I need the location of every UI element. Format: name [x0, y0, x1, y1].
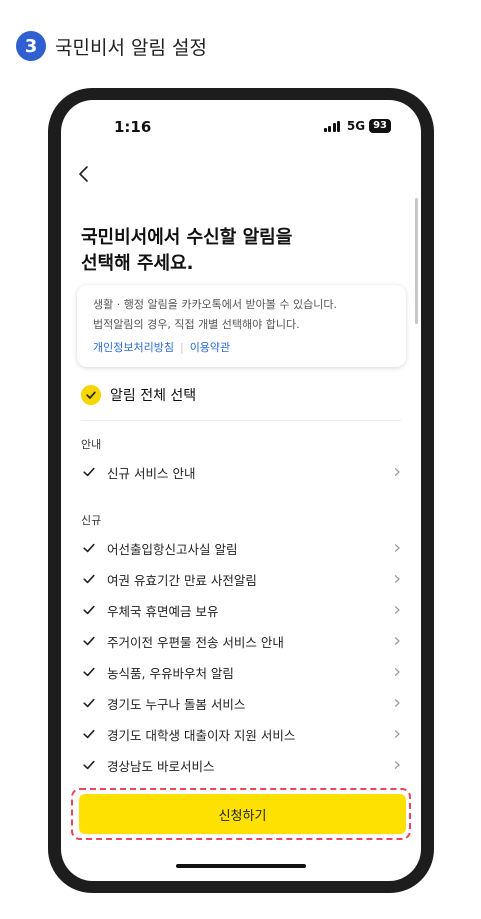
check-icon[interactable] [81, 695, 97, 711]
select-all-label: 알림 전체 선택 [110, 388, 197, 404]
phone-frame: 1:16 5G 93 국민비서에서 수신할 알림을 선택해 주세요. 생활 · … [48, 88, 434, 893]
notification-item-label: 어선출입항신고사실 알림 [107, 541, 238, 557]
step-number-badge: 3 [16, 31, 46, 61]
chevron-right-icon [391, 573, 403, 585]
notification-item-label: 신규 서비스 안내 [107, 465, 196, 481]
chevron-right-icon [391, 666, 403, 678]
network-label: 5G [346, 119, 366, 133]
status-bar: 1:16 5G 93 [61, 100, 421, 150]
chevron-right-icon [391, 697, 403, 709]
notification-item-label: 경기도 대학생 대출이자 지원 서비스 [107, 727, 296, 743]
select-all-checkbox[interactable]: 알림 전체 선택 [81, 384, 196, 406]
status-time: 1:16 [114, 118, 152, 136]
page-title-line2: 선택해 주세요. [81, 253, 194, 274]
phone-screen: 1:16 5G 93 국민비서에서 수신할 알림을 선택해 주세요. 생활 · … [61, 100, 421, 881]
page-title-line1: 국민비서에서 수신할 알림을 [81, 227, 293, 248]
page-title: 국민비서에서 수신할 알림을 선택해 주세요. [81, 225, 371, 277]
chevron-right-icon [391, 759, 403, 771]
notification-item[interactable]: 신규 서비스 안내 [81, 460, 403, 484]
check-icon[interactable] [81, 633, 97, 649]
check-icon[interactable] [81, 464, 97, 480]
notification-item-label: 경상남도 바로서비스 [107, 758, 215, 774]
check-icon[interactable] [81, 571, 97, 587]
chevron-right-icon [391, 542, 403, 554]
section-title-new: 신규 [81, 514, 102, 527]
notification-item-label: 주거이전 우편물 전송 서비스 안내 [107, 634, 284, 650]
notification-item[interactable]: 경기도 대학생 대출이자 지원 서비스 [81, 722, 403, 746]
check-icon[interactable] [81, 602, 97, 618]
notification-item[interactable]: 경상남도 바로서비스 [81, 753, 403, 777]
notification-item-label: 여권 유효기간 만료 사전알림 [107, 572, 257, 588]
info-links: 개인정보처리방침 | 이용약관 [93, 339, 230, 355]
check-circle-icon [81, 385, 101, 405]
notification-item[interactable]: 주거이전 우편물 전송 서비스 안내 [81, 629, 403, 653]
chevron-right-icon [391, 466, 403, 478]
battery-icon: 93 [369, 119, 391, 133]
chevron-right-icon [391, 604, 403, 616]
notification-item[interactable]: 어선출입항신고사실 알림 [81, 536, 403, 560]
check-icon[interactable] [81, 540, 97, 556]
privacy-policy-link[interactable]: 개인정보처리방침 [93, 339, 174, 355]
step-title: 국민비서 알림 설정 [55, 36, 207, 59]
check-icon[interactable] [81, 757, 97, 773]
step-header: 3 국민비서 알림 설정 [16, 30, 207, 62]
signal-icon [323, 120, 342, 132]
chevron-left-icon [79, 166, 88, 182]
link-divider: | [179, 340, 184, 354]
notification-item[interactable]: 여권 유효기간 만료 사전알림 [81, 567, 403, 591]
check-icon[interactable] [81, 664, 97, 680]
apply-button[interactable]: 신청하기 [79, 794, 406, 834]
chevron-right-icon [391, 635, 403, 647]
back-button[interactable] [73, 162, 97, 186]
chevron-right-icon [391, 728, 403, 740]
scrollbar[interactable] [415, 198, 418, 324]
info-box: 생활 · 행정 알림을 카카오톡에서 받아볼 수 있습니다. 법적알림의 경우,… [77, 285, 406, 367]
check-icon[interactable] [81, 726, 97, 742]
notification-item[interactable]: 우체국 휴면예금 보유 [81, 598, 403, 622]
info-text-line1: 생활 · 행정 알림을 카카오톡에서 받아볼 수 있습니다. [93, 298, 337, 311]
home-indicator [176, 864, 306, 868]
terms-link[interactable]: 이용약관 [190, 339, 230, 355]
info-text-line2: 법적알림의 경우, 직접 개별 선택해야 합니다. [93, 318, 300, 331]
notification-item-label: 농식품, 우유바우처 알림 [107, 665, 234, 681]
divider [81, 420, 401, 421]
status-indicators: 5G 93 [323, 119, 391, 133]
notification-item-label: 우체국 휴면예금 보유 [107, 603, 219, 619]
notification-item[interactable]: 농식품, 우유바우처 알림 [81, 660, 403, 684]
notification-item[interactable]: 경기도 누구나 돌봄 서비스 [81, 691, 403, 715]
notification-item-label: 경기도 누구나 돌봄 서비스 [107, 696, 246, 712]
section-title-guide: 안내 [81, 438, 102, 451]
